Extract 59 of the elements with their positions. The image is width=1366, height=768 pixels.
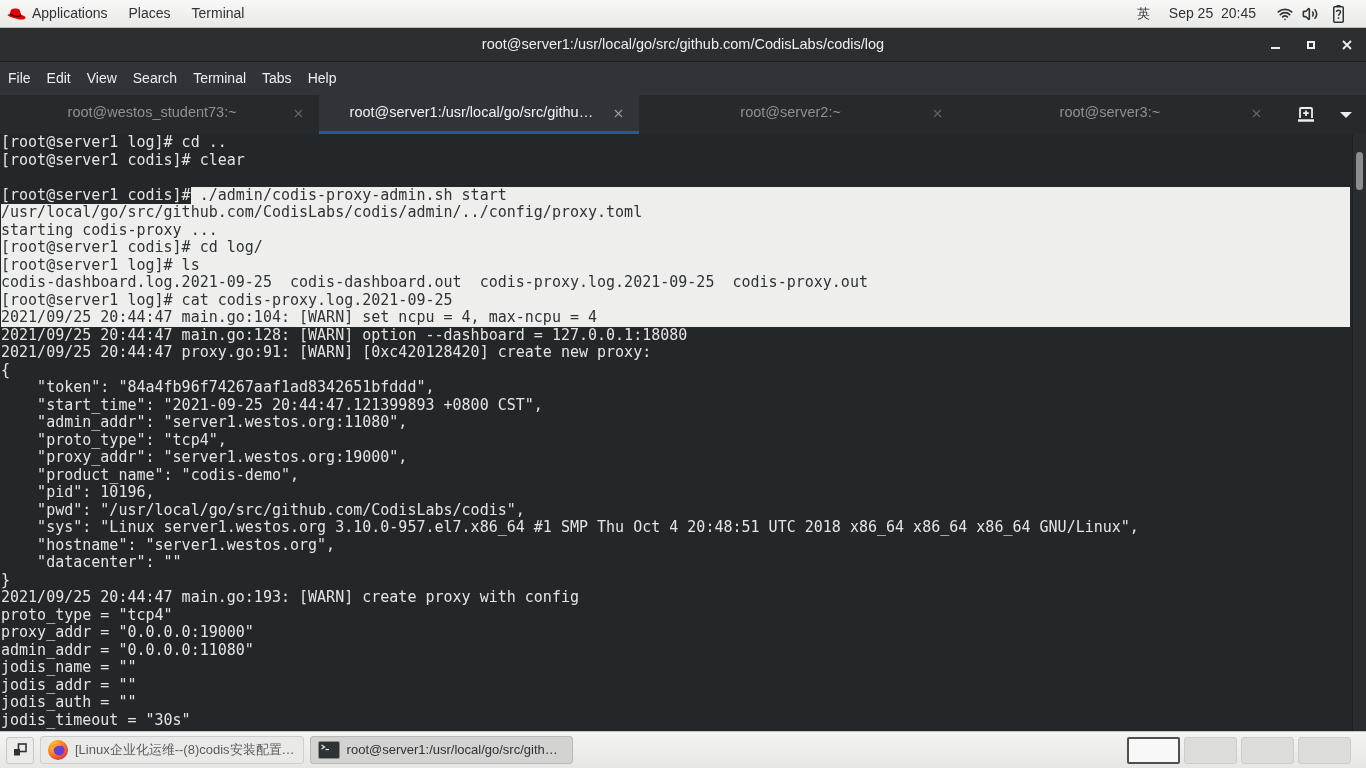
taskbar-window-button[interactable]: root@server1:/usr/local/go/src/gith… bbox=[309, 736, 573, 764]
terminal-line: "token": "84a4fb96f74267aaf1ad8342651bfddd", bbox=[36, 379, 435, 397]
panel-menu[interactable]: Applications bbox=[32, 3, 108, 24]
globe-icon bbox=[48, 740, 68, 760]
caret-down-icon[interactable] bbox=[1340, 111, 1352, 118]
terminal-line: "proxy_addr": "server1.westos.org:19000", bbox=[36, 449, 408, 467]
terminal-line: "hostname": "server1.westos.org", bbox=[36, 536, 336, 554]
terminal-line: "product_name": "codis-demo", bbox=[36, 466, 299, 484]
tab[interactable]: root@westos_student73:~ bbox=[0, 95, 320, 134]
terminal-line: admin_addr = "0.0.0.0:11080" bbox=[1, 641, 254, 659]
terminal-line: 2021/09/25 20:44:47 main.go:193: [WARN] create proxy with config bbox=[1, 589, 579, 607]
terminal-line: [root@server1 codis]# ./admin/codis-proxy-admin.sh start bbox=[1, 186, 1350, 204]
battery-question-icon[interactable] bbox=[1333, 4, 1344, 23]
menu-item[interactable]: Help bbox=[307, 68, 337, 89]
terminal-line: "start_time": "2021-09-25 20:44:47.121399893 +0800 CST", bbox=[36, 396, 543, 414]
terminal-line: jodis_addr = "" bbox=[1, 676, 137, 694]
terminal-line: } bbox=[1, 571, 11, 589]
windows-stack-icon bbox=[13, 743, 27, 757]
terminal-line: proto_type = "tcp4" bbox=[1, 606, 173, 624]
terminal-icon bbox=[317, 741, 340, 759]
show-desktop-button[interactable] bbox=[6, 736, 34, 764]
terminal-line: "pid": 10196, bbox=[36, 484, 155, 502]
terminal-line: "pwd": "/usr/local/go/src/github.com/CodisLabs/codis", bbox=[36, 501, 525, 519]
volume-icon[interactable] bbox=[1302, 5, 1318, 22]
menu-item[interactable]: Terminal bbox=[193, 68, 247, 89]
new-tab-icon[interactable] bbox=[1298, 107, 1314, 122]
minimize-icon[interactable] bbox=[1271, 46, 1280, 49]
terminal-line: "admin_addr": "server1.westos.org:11080", bbox=[36, 414, 408, 432]
workspace-thumbnail[interactable] bbox=[1127, 736, 1180, 764]
terminal-line: jodis_name = "" bbox=[1, 659, 137, 677]
panel-menu[interactable]: Places bbox=[128, 3, 171, 24]
scrollbar-thumb[interactable] bbox=[1356, 152, 1363, 190]
terminal-line: [root@server1 log]# cd .. bbox=[1, 134, 227, 152]
maximize-icon[interactable] bbox=[1307, 40, 1315, 49]
menu-item[interactable]: Search bbox=[132, 68, 178, 89]
input-method-indicator[interactable]: 英 bbox=[1136, 3, 1150, 24]
hat-logo-icon[interactable] bbox=[7, 7, 26, 20]
close-icon[interactable] bbox=[1342, 39, 1352, 50]
panel-menu[interactable]: Terminal bbox=[191, 3, 245, 24]
taskbar-window-button[interactable]: [Linux企业化运维--(8)codis安装配置… bbox=[40, 736, 304, 764]
clock[interactable]: Sep 25 20:45 bbox=[1168, 3, 1256, 24]
terminal-line: [root@server1 codis]# clear bbox=[1, 151, 245, 169]
menu-item[interactable]: File bbox=[8, 68, 31, 89]
tab[interactable]: root@server1:/usr/local/go/src/githu… bbox=[319, 95, 639, 134]
menu-item[interactable]: View bbox=[86, 68, 117, 89]
terminal-line: { bbox=[1, 361, 11, 379]
menu-item[interactable]: Edit bbox=[46, 68, 71, 89]
terminal-line: "proto_type": "tcp4", bbox=[36, 431, 227, 449]
terminal-line: 2021/09/25 20:44:47 main.go:128: [WARN] option --dashboard = 127.0.0.1:18080 bbox=[1, 326, 688, 344]
tab[interactable]: root@server3:~ bbox=[957, 95, 1277, 134]
terminal-line: "datacenter": "" bbox=[36, 554, 182, 572]
terminal-line: jodis_auth = "" bbox=[1, 694, 137, 712]
terminal-line: proxy_addr = "0.0.0.0:19000" bbox=[1, 624, 254, 642]
terminal-line: jodis_timeout = "30s" bbox=[1, 711, 191, 729]
window-title: root@server1:/usr/local/go/src/github.com/CodisLabs/codis/log bbox=[481, 34, 885, 54]
terminal-line: 2021/09/25 20:44:47 proxy.go:91: [WARN] [0xc420128420] create new proxy: bbox=[1, 344, 652, 362]
menu-item[interactable]: Tabs bbox=[262, 68, 292, 89]
tab[interactable]: root@server2:~ bbox=[638, 95, 958, 134]
terminal-line: "sys": "Linux server1.westos.org 3.10.0-957.el7.x86_64 #1 SMP Thu Oct 4 20:48:51 UTC 2018 x86_64 x86_64 x86_64 GNU/Linux", bbox=[36, 519, 1139, 537]
